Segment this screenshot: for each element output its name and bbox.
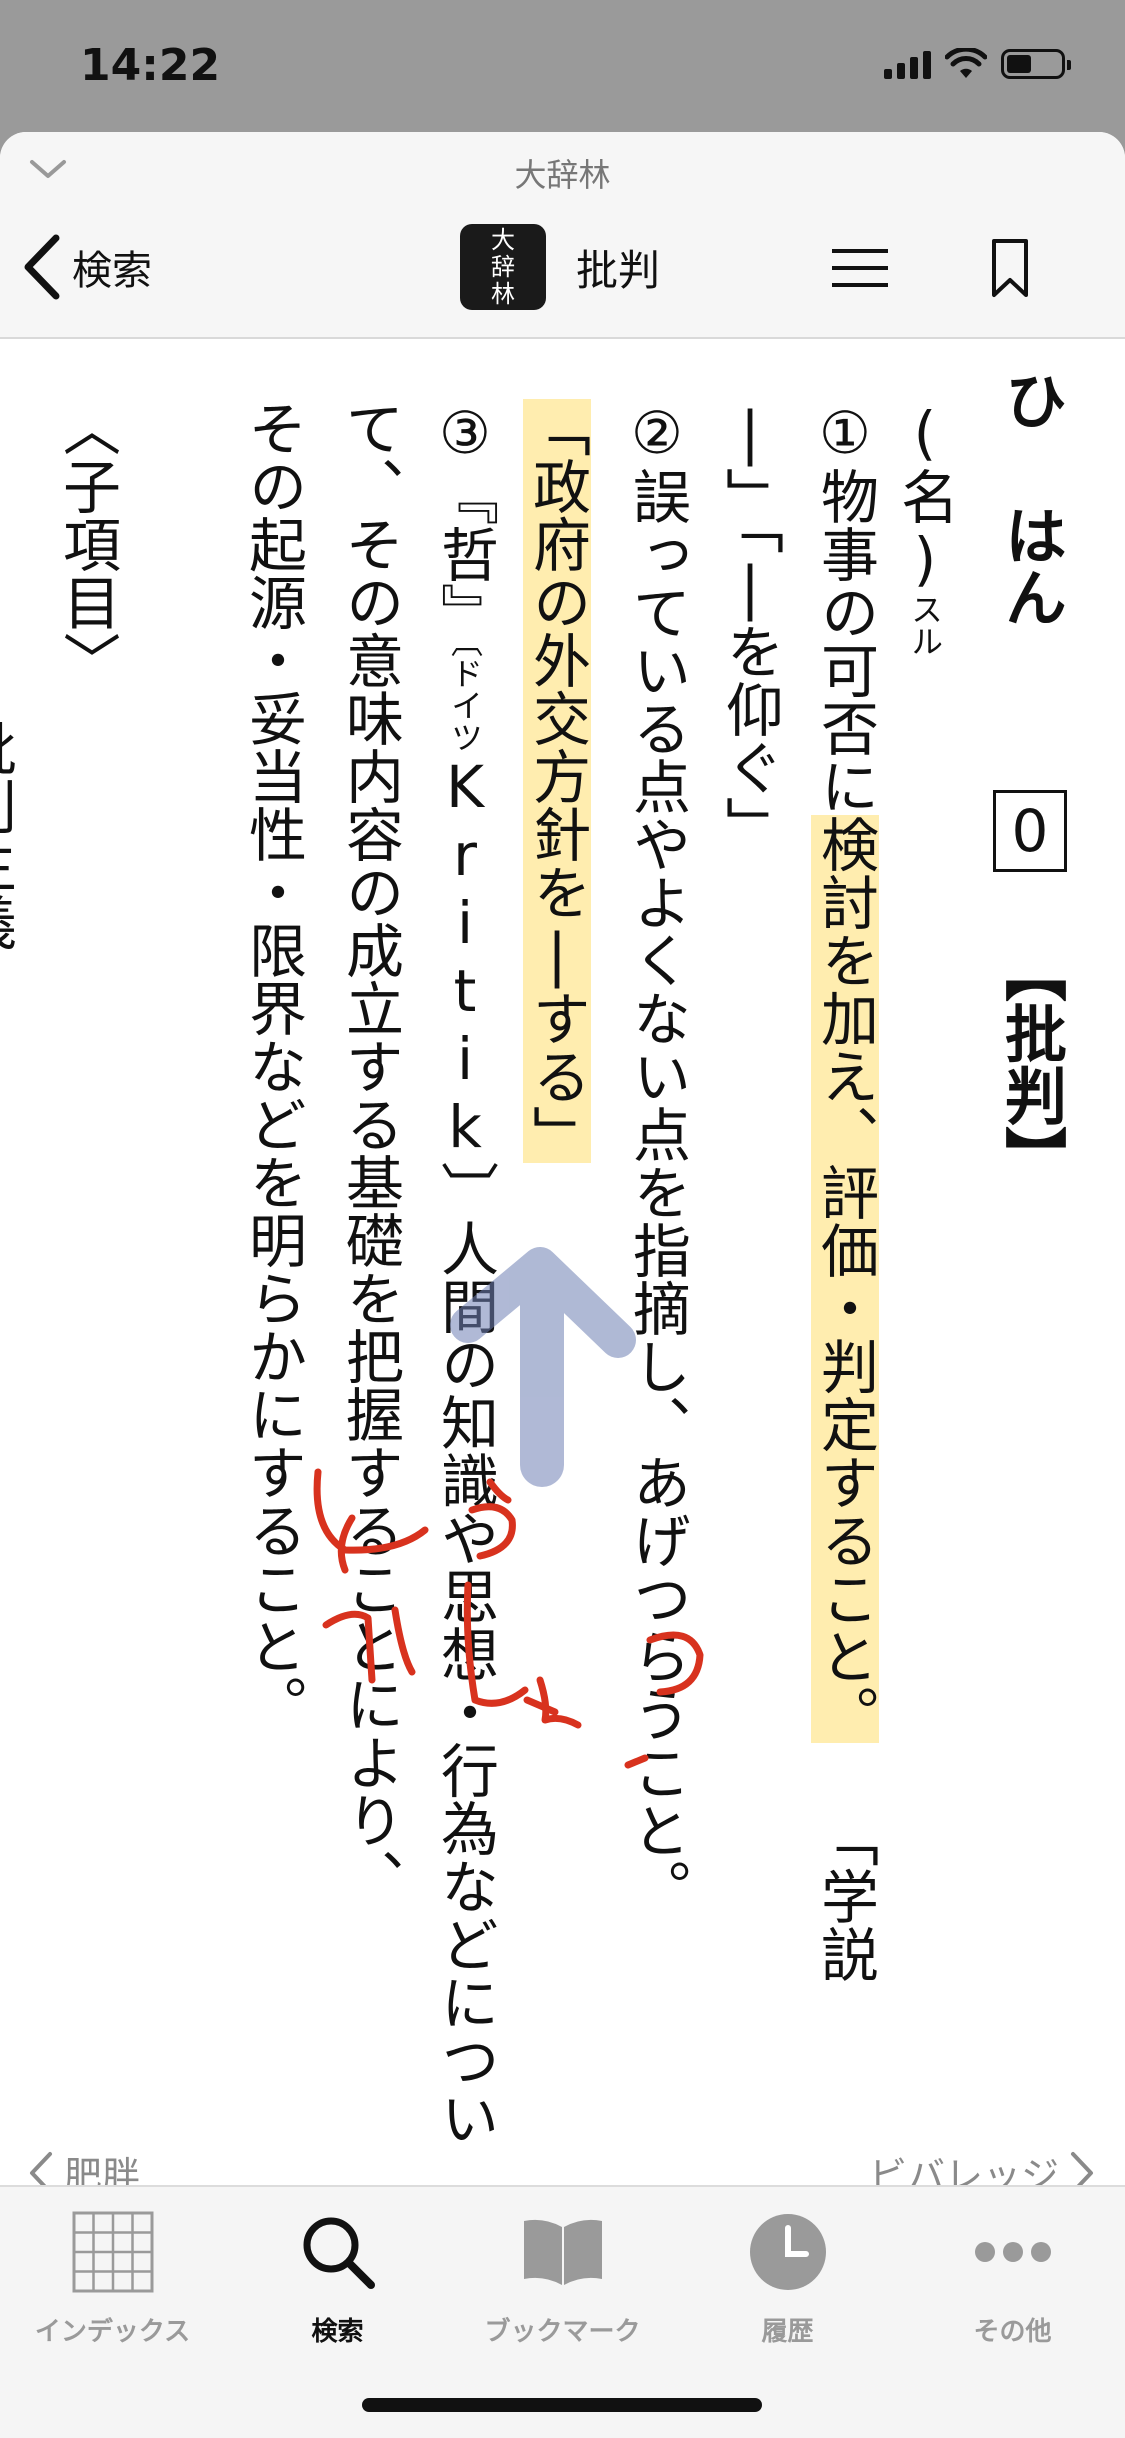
pos-suffix: スル	[906, 593, 944, 657]
sense-1-highlight[interactable]: 検討を加え、評価・判定すること。	[811, 815, 879, 1743]
tab-index-label: インデックス	[34, 2317, 191, 2347]
sense-3-continued-column: て、その意味内容の成立する基礎を把握することにより、	[325, 339, 415, 2119]
dictionary-title: 大辞林	[514, 156, 611, 194]
back-button[interactable]: 検索	[22, 234, 152, 300]
sense-1-text: ①物事の可否に	[811, 399, 879, 815]
home-indicator[interactable]	[362, 2398, 762, 2412]
bookmark-icon[interactable]	[990, 238, 1030, 298]
sense-3-final-column: その起源・妥当性・限界などを明らかにすること。	[228, 339, 318, 2119]
subitems-heading: 〈子項目〉	[53, 399, 121, 689]
clock-icon	[749, 2214, 826, 2290]
battery-icon	[1001, 49, 1071, 79]
search-icon	[303, 2217, 375, 2289]
tab-more[interactable]: その他	[900, 2207, 1125, 2348]
menu-icon[interactable]	[832, 247, 888, 289]
sense-3-column: ③『哲』〔ドイツKritik〕人間の知識や思想・行為などについ	[420, 339, 510, 2147]
tab-bookmark-label: ブックマーク	[484, 2317, 641, 2347]
dictionary-sheet: 大辞林 検索 大 辞 林 批判 ひ はん 0 【批判】 (名)スル ①物事の可否…	[0, 132, 1125, 2436]
back-label: 検索	[72, 248, 152, 294]
sense-3-text-2: て、その意味内容の成立する基礎を把握することにより、	[336, 399, 404, 1907]
logo-char-2: 辞	[491, 253, 515, 281]
entry-content: ひ はん 0 【批判】 (名)スル ①物事の可否に検討を加え、評価・判定すること…	[0, 339, 1125, 2147]
tab-search-label: 検索	[311, 2317, 364, 2347]
sense-3-language: 〔ドイツ	[446, 641, 484, 753]
sense-2-example-column: 「政府の外交方針を|する」	[512, 339, 602, 2119]
navigation-header: 大辞林 検索 大 辞 林 批判	[0, 132, 1125, 339]
cellular-signal-icon	[884, 49, 931, 79]
sense-3-word: Kritik〕	[431, 753, 499, 1219]
entry-pos-column: (名)スル	[880, 339, 970, 2119]
sense-2-example-highlight[interactable]: 「政府の外交方針を|する」	[523, 399, 591, 1163]
book-icon	[523, 2219, 602, 2285]
sense-1-column: ①物事の可否に検討を加え、評価・判定すること。 「学説	[800, 339, 890, 2119]
entry-kanji: 【批判】	[994, 940, 1067, 1188]
entry-headword-column: ひ はん 0 【批判】	[985, 339, 1075, 2119]
tab-bookmark[interactable]: ブックマーク	[450, 2207, 675, 2348]
logo-char-1: 大	[491, 226, 515, 254]
tab-history-label: 履歴	[761, 2317, 814, 2347]
headword-title-group: 大 辞 林 批判	[460, 224, 660, 310]
wifi-icon	[945, 48, 987, 78]
dictionary-logo: 大 辞 林	[460, 224, 546, 310]
sense-3-field: ③『哲』	[431, 399, 499, 641]
status-bar: 14:22	[0, 0, 1125, 130]
sense-1-example: |」「|を仰ぐ」	[716, 399, 784, 854]
sense-1-example-column: |」「|を仰ぐ」	[705, 339, 795, 2119]
logo-char-3: 林	[491, 280, 515, 308]
sense-3-text: 人間の知識や思想・行為などについ	[431, 1219, 499, 2147]
accent-badge: 0	[993, 790, 1067, 872]
more-icon	[974, 2242, 1051, 2262]
chevron-left-icon	[24, 234, 60, 300]
entry-reading: ひ はん	[994, 369, 1067, 628]
subitems-column: 〈子項目〉	[42, 339, 132, 2119]
tab-more-label: その他	[973, 2317, 1052, 2347]
sense-2-text: ②誤っている点やよくない点を指摘し、あげつらうこと。	[623, 399, 691, 1917]
sense-2-column: ②誤っている点やよくない点を指摘し、あげつらうこと。	[612, 339, 702, 2119]
tab-history[interactable]: 履歴	[675, 2207, 900, 2348]
tab-index[interactable]: インデックス	[0, 2207, 225, 2348]
sense-3-text-3: その起源・妥当性・限界などを明らかにすること。	[239, 399, 307, 1733]
part-of-speech: (名)	[891, 399, 959, 593]
tab-search[interactable]: 検索	[225, 2207, 450, 2348]
grid-icon	[72, 2211, 153, 2293]
headword-title: 批判	[576, 245, 661, 295]
subitem-link[interactable]: 批判主義	[0, 719, 17, 951]
subitem-link-column: 批判主義	[0, 339, 28, 2119]
status-icons	[884, 48, 1071, 80]
status-time: 14:22	[80, 40, 221, 91]
sense-1-example-start: 「学説	[811, 1809, 879, 1983]
